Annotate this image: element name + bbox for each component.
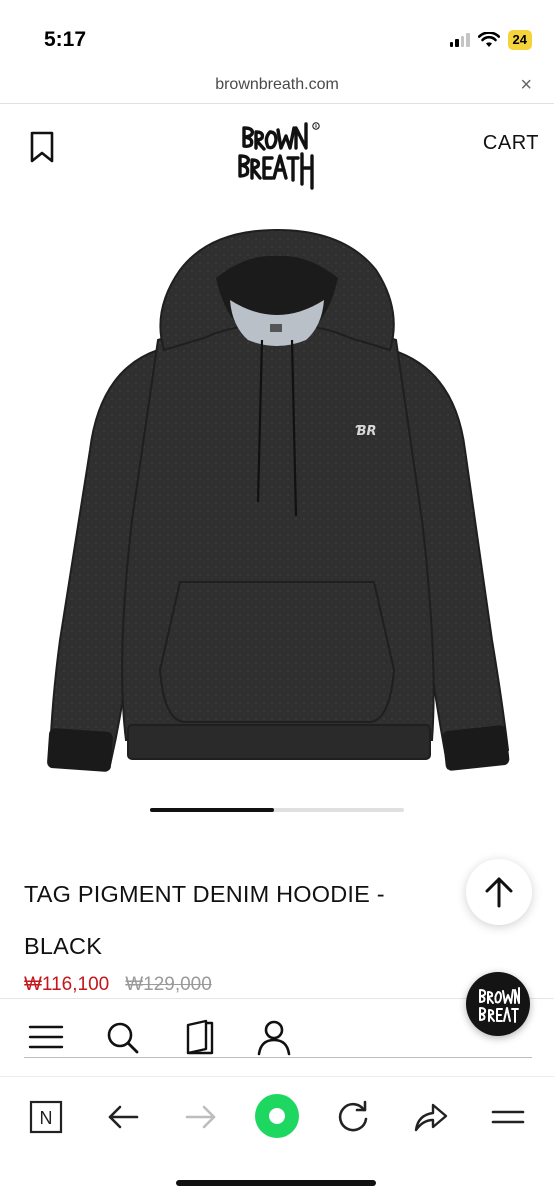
browser-toolbar: N [0,1076,554,1200]
brand-logo[interactable]: R [232,118,322,190]
url-bar[interactable]: brownbreath.com × [0,70,554,104]
product-title: TAG PIGMENT DENIM HOODIE - BLACK [24,881,385,959]
forward-arrow-icon[interactable] [179,1095,223,1139]
brand-logo-icon [479,987,520,1023]
menu-lines-icon[interactable] [486,1095,530,1139]
book-icon[interactable] [180,1017,220,1057]
user-icon[interactable] [254,1017,294,1057]
wifi-icon [477,32,500,47]
carousel-progress-thumb [150,808,275,812]
url-domain[interactable]: brownbreath.com [0,76,554,94]
status-icons: 24 [449,30,532,50]
product-image[interactable]: ƁR [30,220,524,790]
share-icon[interactable] [408,1095,452,1139]
home-indicator [176,1180,376,1186]
back-arrow-icon[interactable] [101,1095,145,1139]
status-time: 5:17 [44,28,87,51]
arrow-up-icon [485,877,513,908]
bookmark-icon[interactable] [28,130,56,164]
cellular-signal-icon [449,33,470,47]
battery-icon: 24 [507,30,532,50]
search-icon[interactable] [102,1017,142,1057]
menu-icon[interactable] [26,1017,66,1057]
green-home-icon[interactable] [253,1092,301,1140]
scroll-to-top-button[interactable] [466,859,532,925]
price-row: ₩116,100 ₩129,000 [24,974,212,996]
svg-text:ƁR: ƁR [355,424,377,439]
refresh-icon[interactable] [331,1095,375,1139]
close-icon[interactable]: × [520,74,532,97]
brand-chat-button[interactable] [466,972,530,1036]
sale-price: ₩116,100 [24,974,110,995]
nav-divider [24,1057,532,1058]
site-header: R CART [0,104,554,200]
cart-link[interactable]: CART [483,132,539,155]
original-price: ₩129,000 [125,974,212,995]
status-bar: 5:17 24 [0,0,554,70]
svg-text:R: R [314,124,317,130]
svg-text:N: N [40,1108,53,1128]
naver-n-icon[interactable]: N [24,1095,68,1139]
image-carousel-indicator[interactable] [150,808,404,812]
